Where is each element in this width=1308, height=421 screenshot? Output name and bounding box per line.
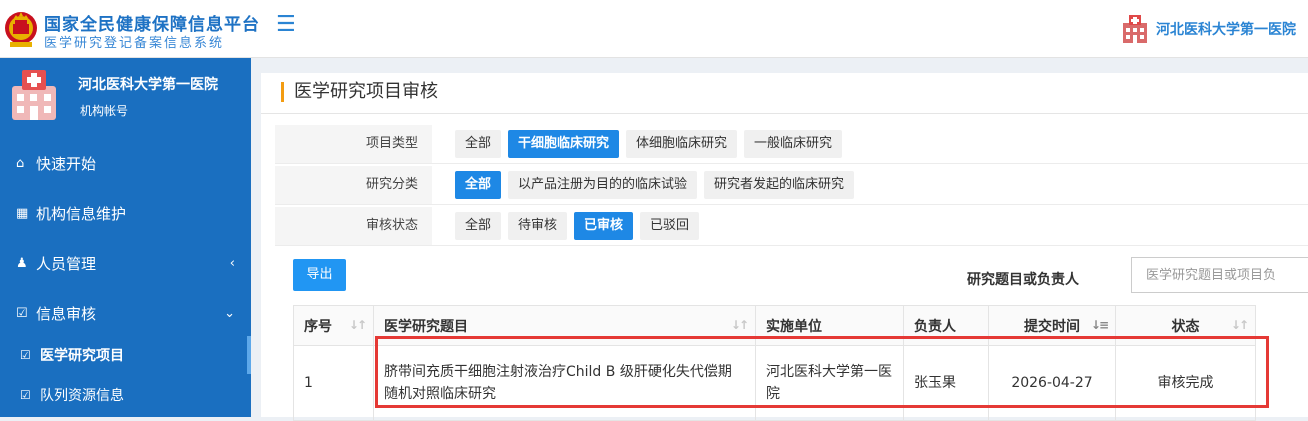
building-icon: ▦ bbox=[16, 205, 29, 221]
chip-registration-trial[interactable]: 以产品注册为目的的临床试验 bbox=[508, 171, 698, 199]
chip-pending[interactable]: 待审核 bbox=[508, 212, 568, 240]
users-icon: ♟ bbox=[16, 255, 28, 271]
sidebar-item-label: 机构信息维护 bbox=[36, 204, 127, 223]
sidebar-item-personnel[interactable]: ♟ 人员管理 ‹ bbox=[0, 238, 251, 288]
cell-title[interactable]: 脐带间充质干细胞注射液治疗Child B 级肝硬化失代偿期随机对照临床研究 bbox=[373, 345, 756, 421]
chip-all[interactable]: 全部 bbox=[455, 171, 502, 199]
divider bbox=[261, 113, 1308, 114]
search-input[interactable] bbox=[1131, 257, 1308, 293]
national-emblem-icon bbox=[5, 12, 37, 47]
column-header-unit: 实施单位 bbox=[755, 305, 904, 346]
cell-lead: 张玉果 bbox=[903, 345, 989, 421]
filter-chips: 全部 待审核 已审核 已驳回 bbox=[455, 212, 700, 240]
table-header-row: 序号 ↓↑ 医学研究题目 ↓↑ 实施单位 负责人 提交时间 ↓≡ 状态 ↓↑ bbox=[293, 305, 1256, 346]
filter-label: 审核状态 bbox=[275, 207, 432, 245]
top-header: 国家全民健康保障信息平台 医学研究登记备案信息系统 ☰ 河北医科大学第一医院 bbox=[0, 0, 1308, 58]
filter-row-project-type: 项目类型 全部 干细胞临床研究 体细胞临床研究 一般临床研究 bbox=[275, 125, 1308, 164]
sort-icon[interactable]: ↓↑ bbox=[349, 318, 367, 332]
sort-icon[interactable]: ↓↑ bbox=[1231, 318, 1249, 332]
filter-row-review-status: 审核状态 全部 待审核 已审核 已驳回 bbox=[275, 207, 1308, 246]
search-label: 研究题目或负责人 bbox=[967, 272, 1079, 288]
current-org-name[interactable]: 河北医科大学第一医院 bbox=[1156, 19, 1296, 39]
sidebar-item-label: 信息审核 bbox=[36, 304, 97, 323]
hospital-icon bbox=[1123, 15, 1147, 43]
system-subtitle: 医学研究登记备案信息系统 bbox=[44, 36, 225, 51]
chip-somatic-cell[interactable]: 体细胞临床研究 bbox=[626, 130, 738, 158]
checkbox-icon: ☑ bbox=[20, 388, 31, 402]
account-type-label: 机构帐号 bbox=[80, 104, 129, 118]
chip-all[interactable]: 全部 bbox=[455, 130, 502, 158]
column-header-status[interactable]: 状态 ↓↑ bbox=[1115, 305, 1256, 346]
column-header-submitted[interactable]: 提交时间 ↓≡ bbox=[988, 305, 1116, 346]
cell-status: 审核完成 bbox=[1115, 345, 1256, 421]
sidebar-item-label: 人员管理 bbox=[36, 254, 97, 273]
checkbox-icon: ☑ bbox=[20, 348, 31, 362]
sidebar-subitem-medical-research[interactable]: ☑ 医学研究项目 bbox=[0, 336, 251, 374]
hamburger-icon[interactable]: ☰ bbox=[276, 12, 296, 37]
sidebar-item-label: 快速开始 bbox=[36, 154, 97, 173]
cell-unit: 河北医科大学第一医院 bbox=[755, 345, 904, 421]
cell-submitted: 2026-04-27 bbox=[988, 345, 1116, 421]
review-table: 序号 ↓↑ 医学研究题目 ↓↑ 实施单位 负责人 提交时间 ↓≡ 状态 ↓↑ 1 脐带间… bbox=[293, 305, 1256, 421]
chip-reviewed[interactable]: 已审核 bbox=[574, 212, 634, 240]
top-org-area[interactable]: 河北医科大学第一医院 bbox=[1122, 14, 1296, 44]
cell-index: 1 bbox=[293, 345, 374, 421]
filter-row-research-category: 研究分类 全部 以产品注册为目的的临床试验 研究者发起的临床研究 bbox=[275, 166, 1308, 205]
filter-chips: 全部 以产品注册为目的的临床试验 研究者发起的临床研究 bbox=[455, 171, 855, 199]
sidebar-subitem-label: 队列资源信息 bbox=[40, 388, 124, 404]
chip-investigator-initiated[interactable]: 研究者发起的临床研究 bbox=[704, 171, 855, 199]
filter-chips: 全部 干细胞临床研究 体细胞临床研究 一般临床研究 bbox=[455, 130, 843, 158]
hospital-avatar-icon bbox=[12, 70, 56, 120]
export-button[interactable]: 导出 bbox=[293, 259, 346, 291]
chip-general-clinical[interactable]: 一般临床研究 bbox=[744, 130, 843, 158]
table-row[interactable]: 1 脐带间充质干细胞注射液治疗Child B 级肝硬化失代偿期随机对照临床研究 … bbox=[293, 345, 1256, 421]
sort-desc-icon[interactable]: ↓≡ bbox=[1091, 318, 1109, 332]
sidebar: 河北医科大学第一医院 机构帐号 ⌂ 快速开始 ▦ 机构信息维护 ♟ 人员管理 ‹… bbox=[0, 58, 251, 417]
filter-label: 研究分类 bbox=[275, 166, 432, 204]
chip-rejected[interactable]: 已驳回 bbox=[640, 212, 700, 240]
sidebar-item-info-review[interactable]: ☑ 信息审核 ⌄ bbox=[0, 288, 251, 338]
column-header-title[interactable]: 医学研究题目 ↓↑ bbox=[373, 305, 756, 346]
column-header-lead: 负责人 bbox=[903, 305, 989, 346]
sort-icon[interactable]: ↓↑ bbox=[731, 318, 749, 332]
column-header-index[interactable]: 序号 ↓↑ bbox=[293, 305, 374, 346]
chip-stem-cell[interactable]: 干细胞临床研究 bbox=[508, 130, 620, 158]
checkbox-icon: ☑ bbox=[16, 305, 28, 321]
chip-all[interactable]: 全部 bbox=[455, 212, 502, 240]
sidebar-subitem-cohort-resources[interactable]: ☑ 队列资源信息 bbox=[0, 376, 251, 414]
home-icon: ⌂ bbox=[16, 155, 25, 171]
page-title: 医学研究项目审核 bbox=[281, 82, 438, 102]
filter-label: 项目类型 bbox=[275, 125, 432, 163]
sidebar-item-quick-start[interactable]: ⌂ 快速开始 bbox=[0, 138, 251, 188]
chevron-left-icon: ‹ bbox=[229, 255, 235, 271]
main-content: 医学研究项目审核 项目类型 全部 干细胞临床研究 体细胞临床研究 一般临床研究 … bbox=[261, 73, 1308, 421]
sidebar-item-org-info[interactable]: ▦ 机构信息维护 bbox=[0, 188, 251, 238]
chevron-down-icon: ⌄ bbox=[224, 305, 235, 321]
sidebar-subitem-label: 医学研究项目 bbox=[40, 348, 124, 364]
sidebar-org-name: 河北医科大学第一医院 bbox=[78, 77, 218, 93]
sidebar-profile: 河北医科大学第一医院 机构帐号 bbox=[0, 58, 251, 136]
